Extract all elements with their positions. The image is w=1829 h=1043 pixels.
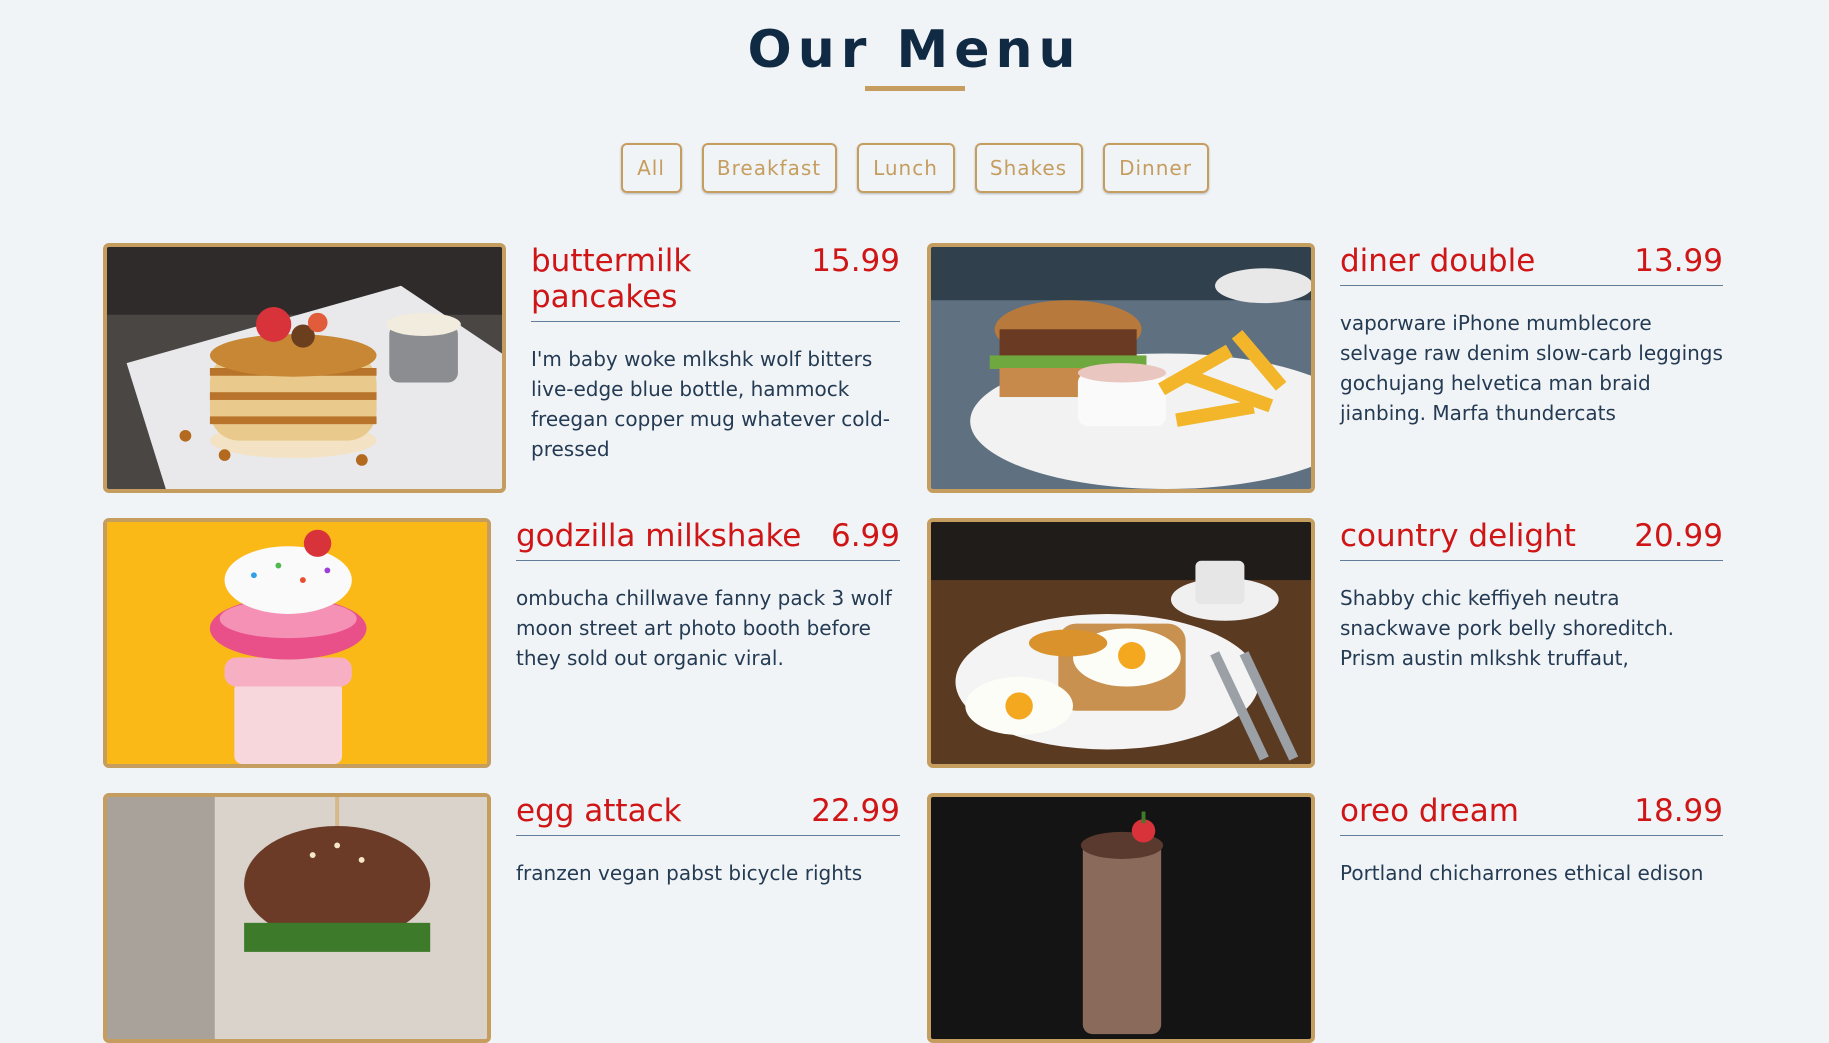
milkshake-photo (103, 518, 491, 768)
item-name: diner double (1340, 243, 1536, 279)
item-description: franzen vegan pabst bicycle rights (516, 861, 863, 885)
item-info: diner double 13.99 vaporware iPhone mumb… (1340, 243, 1723, 448)
item-price: 18.99 (1634, 793, 1723, 829)
item-price: 13.99 (1634, 243, 1723, 279)
item-header: oreo dream 18.99 (1340, 793, 1723, 836)
item-price: 22.99 (811, 793, 900, 829)
item-info: country delight 20.99 Shabby chic keffiy… (1340, 518, 1723, 693)
title-section: Our Menu (0, 14, 1829, 91)
item-name: oreo dream (1340, 793, 1519, 829)
item-header: buttermilk pancakes 15.99 (531, 243, 900, 322)
burger-photo (103, 793, 491, 1043)
eggs-toast-photo (927, 518, 1315, 768)
filter-dinner-button[interactable]: Dinner (1102, 143, 1209, 193)
pancakes-photo (103, 243, 506, 493)
item-header: diner double 13.99 (1340, 243, 1723, 286)
item-description: vaporware iPhone mumblecore selvage raw … (1340, 311, 1723, 425)
item-description: Shabby chic keffiyeh neutra snackwave po… (1340, 586, 1674, 670)
filter-lunch-button[interactable]: Lunch (856, 143, 955, 193)
item-description: I'm baby woke mlkshk wolf bitters live-e… (531, 347, 890, 461)
title-underline (864, 86, 965, 91)
item-price: 15.99 (811, 243, 900, 279)
filter-breakfast-button[interactable]: Breakfast (701, 143, 837, 193)
item-header: godzilla milkshake 6.99 (516, 518, 900, 561)
item-description: ombucha chillwave fanny pack 3 wolf moon… (516, 586, 892, 670)
page-title: Our Menu (747, 20, 1082, 80)
item-name: godzilla milkshake (516, 518, 802, 554)
item-price: 6.99 (830, 518, 900, 554)
filter-all-button[interactable]: All (620, 143, 682, 193)
item-name: buttermilk pancakes (531, 243, 692, 315)
item-info: oreo dream 18.99 Portland chicharrones e… (1340, 793, 1723, 908)
item-header: country delight 20.99 (1340, 518, 1723, 561)
item-name: egg attack (516, 793, 682, 829)
item-info: egg attack 22.99 franzen vegan pabst bic… (516, 793, 900, 908)
burger-fries-photo (927, 243, 1315, 493)
item-info: buttermilk pancakes 15.99 I'm baby woke … (531, 243, 900, 484)
filter-shakes-button[interactable]: Shakes (974, 143, 1083, 193)
item-header: egg attack 22.99 (516, 793, 900, 836)
item-price: 20.99 (1634, 518, 1723, 554)
item-name: country delight (1340, 518, 1576, 554)
filter-bar: All Breakfast Lunch Shakes Dinner (0, 143, 1829, 193)
item-description: Portland chicharrones ethical edison (1340, 861, 1704, 885)
oreo-shake-photo (927, 793, 1315, 1043)
item-info: godzilla milkshake 6.99 ombucha chillwav… (516, 518, 900, 693)
